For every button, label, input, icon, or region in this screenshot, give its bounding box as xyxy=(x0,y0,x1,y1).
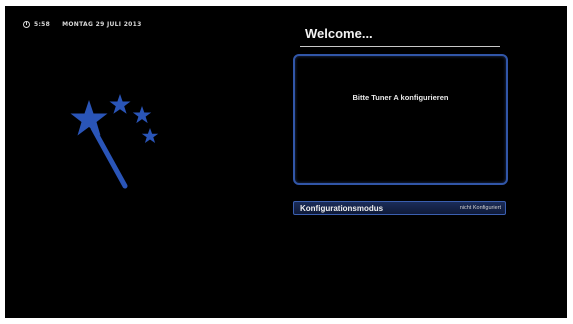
config-mode-value: nicht Konfiguriert xyxy=(459,205,501,211)
status-time: 5:58 xyxy=(34,20,51,28)
message-box: Bitte Tuner A konfigurieren xyxy=(293,54,508,185)
star-tiny-icon xyxy=(141,128,159,143)
config-mode-label: Konfigurationsmodus xyxy=(300,203,384,213)
config-mode-row[interactable]: Konfigurationsmodus nicht Konfiguriert xyxy=(293,201,506,215)
tv-screen: 5:58 MONTAG 29 JULI 2013 Welcome... Bitt… xyxy=(5,6,567,318)
magic-wand-icon xyxy=(70,94,159,189)
star-small-icon xyxy=(132,106,152,124)
star-medium-icon xyxy=(109,94,131,114)
status-date: MONTAG 29 JULI 2013 xyxy=(62,20,142,28)
page-title: Welcome... xyxy=(305,26,373,41)
status-bar: 5:58 MONTAG 29 JULI 2013 xyxy=(23,19,142,29)
star-large-icon xyxy=(70,100,108,136)
message-text: Bitte Tuner A konfigurieren xyxy=(352,93,449,102)
wand-stick xyxy=(90,125,128,189)
title-divider xyxy=(300,46,500,47)
clock-icon xyxy=(23,20,30,28)
